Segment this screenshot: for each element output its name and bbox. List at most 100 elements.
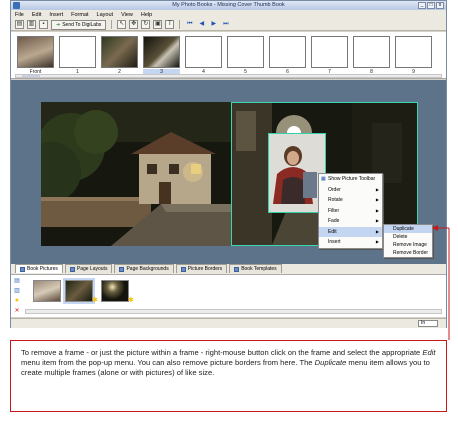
submenu-arrow-icon: ▶ (375, 239, 379, 244)
toolbar-separator (179, 20, 181, 29)
left-page[interactable] (41, 102, 231, 246)
menu-item-remove-border[interactable]: Remove Border (384, 249, 432, 257)
tab-book-pictures[interactable]: Book Pictures (15, 264, 63, 273)
menu-help[interactable]: Help (141, 12, 152, 18)
tab-label: Book Pictures (27, 265, 58, 272)
picture-thumb[interactable] (63, 278, 95, 304)
book-pictures-panel: ▤ ▥ ★ ✕ ✱ ✱ (11, 274, 446, 317)
favorite-star-icon[interactable]: ★ (13, 297, 21, 305)
submenu-arrow-icon: ▶ (375, 218, 379, 223)
menu-item-label: Insert (328, 239, 341, 245)
thumbnail-front[interactable] (17, 36, 54, 68)
tab-label: Page Layouts (76, 265, 108, 272)
toolbar: ▤ ▥ ▪ ➜ Send To DigiLabs ↖ ✥ ↻ ▣ T ⏮ ◀ ▶… (11, 19, 446, 31)
page-thumbnail-strip: Front 1 2 3 4 5 6 7 8 9 (11, 32, 446, 79)
send-to-digilabs-button[interactable]: ➜ Send To DigiLabs (51, 19, 107, 30)
tab-label: Page Backgrounds (126, 265, 169, 272)
rotate-icon[interactable]: ↻ (141, 20, 151, 29)
text-tool-icon[interactable]: T (165, 20, 175, 29)
import-icon[interactable]: ▥ (13, 287, 21, 295)
add-picture-icon[interactable]: ▣ (153, 20, 163, 29)
tab-page-layouts[interactable]: Page Layouts (64, 264, 113, 273)
menu-item-label: Filter (328, 207, 340, 214)
thumbnail-3[interactable] (143, 36, 180, 68)
thumbnail-1[interactable] (59, 36, 96, 68)
toolbar-separator (111, 20, 113, 29)
menu-file[interactable]: File (15, 12, 24, 18)
menu-view[interactable]: View (121, 12, 133, 18)
borders-icon (180, 266, 186, 272)
send-icon: ➜ (56, 21, 61, 28)
caption-text: menu item from the pop-up menu. You can … (21, 358, 315, 367)
menu-format[interactable]: Format (71, 12, 88, 18)
save-icon[interactable]: ▪ (39, 20, 48, 29)
pointer-icon[interactable]: ↖ (117, 20, 127, 29)
menu-item-remove-image[interactable]: Remove Image (384, 241, 432, 249)
menu-item-fade[interactable]: Fade ▶ (319, 216, 382, 227)
menu-item-filter[interactable]: Filter ▶ (319, 206, 382, 217)
menu-edit[interactable]: Edit (32, 12, 41, 18)
minimize-button[interactable]: _ (418, 2, 426, 9)
pictures-icon (20, 266, 25, 272)
caption-emphasis-edit: Edit (422, 348, 436, 357)
new-book-icon[interactable]: ▤ (15, 20, 24, 29)
maximize-button[interactable]: □ (427, 2, 435, 9)
menu-bar: File Edit Insert Format Layout View Help (11, 10, 446, 19)
thumbnail-9[interactable] (395, 36, 432, 68)
thumbnail-5[interactable] (227, 36, 264, 68)
bottom-tabs: Book Pictures Page Layouts Page Backgrou… (11, 264, 446, 274)
templates-icon (234, 266, 240, 272)
menu-item-order[interactable]: Order ▶ (319, 185, 382, 196)
scrollbar-thumb[interactable] (22, 75, 40, 77)
thumbnail-scrollbar[interactable] (15, 74, 442, 78)
submenu-arrow-icon: ▶ (375, 207, 379, 213)
open-book-icon[interactable]: ▥ (27, 20, 36, 29)
window-title: My Photo Books - Missing Cover Thumb Boo… (172, 2, 285, 8)
thumbnail-7[interactable] (311, 36, 348, 68)
menu-item-label: Rotate (328, 197, 343, 203)
caption-emphasis-duplicate: Duplicate (314, 358, 347, 367)
picture-thumb[interactable] (33, 280, 61, 302)
menu-item-label: Show Picture Toolbar (328, 176, 376, 182)
menu-item-insert[interactable]: Insert ▶ (319, 237, 382, 248)
menu-item-rotate[interactable]: Rotate ▶ (319, 195, 382, 206)
menu-item-label: Order (328, 186, 341, 193)
previous-page-icon[interactable]: ◀ (197, 20, 206, 29)
thumbnail-6[interactable] (269, 36, 306, 68)
tab-book-templates[interactable]: Book Templates (229, 264, 282, 273)
tab-page-backgrounds[interactable]: Page Backgrounds (114, 264, 174, 273)
thumbnail-4[interactable] (185, 36, 222, 68)
layouts-icon (69, 266, 75, 272)
menu-item-show-picture-toolbar[interactable]: ▦ Show Picture Toolbar (319, 174, 382, 185)
first-page-icon[interactable]: ⏮ (185, 20, 194, 29)
add-folder-icon[interactable]: ▤ (13, 277, 21, 285)
menu-layout[interactable]: Layout (97, 12, 114, 18)
tab-picture-borders[interactable]: Picture Borders (175, 264, 228, 273)
menu-item-label: Edit (328, 228, 337, 235)
thumbnail-8[interactable] (353, 36, 390, 68)
title-bar: My Photo Books - Missing Cover Thumb Boo… (11, 1, 446, 10)
app-window: My Photo Books - Missing Cover Thumb Boo… (10, 0, 447, 328)
close-button[interactable]: x (436, 2, 444, 9)
backgrounds-icon (119, 266, 125, 272)
page-workspace: ▦ Show Picture Toolbar Order ▶ Rotate ▶ Fi… (11, 80, 446, 264)
picture-thumb[interactable] (101, 280, 129, 302)
status-bar: In (11, 318, 446, 328)
tab-label: Book Templates (241, 265, 277, 272)
last-page-icon[interactable]: ⏭ (221, 20, 230, 29)
caption-box: To remove a frame - or just the picture … (10, 340, 447, 412)
remove-icon[interactable]: ✕ (13, 307, 21, 315)
thumbnail-2[interactable] (101, 36, 138, 68)
menu-item-edit[interactable]: Edit ▶ (319, 226, 382, 237)
pictures-scrollbar[interactable] (25, 309, 442, 314)
menu-insert[interactable]: Insert (49, 12, 63, 18)
submenu-arrow-icon: ▶ (375, 228, 379, 234)
menu-item-label: Fade (328, 218, 340, 224)
zoom-select[interactable]: In (418, 320, 438, 327)
move-icon[interactable]: ✥ (129, 20, 139, 29)
menu-item-delete[interactable]: Delete (384, 233, 432, 241)
next-page-icon[interactable]: ▶ (209, 20, 218, 29)
village-street-photo (41, 102, 231, 246)
menu-item-duplicate[interactable]: Duplicate (384, 225, 432, 233)
used-star-icon: ✱ (128, 297, 134, 304)
